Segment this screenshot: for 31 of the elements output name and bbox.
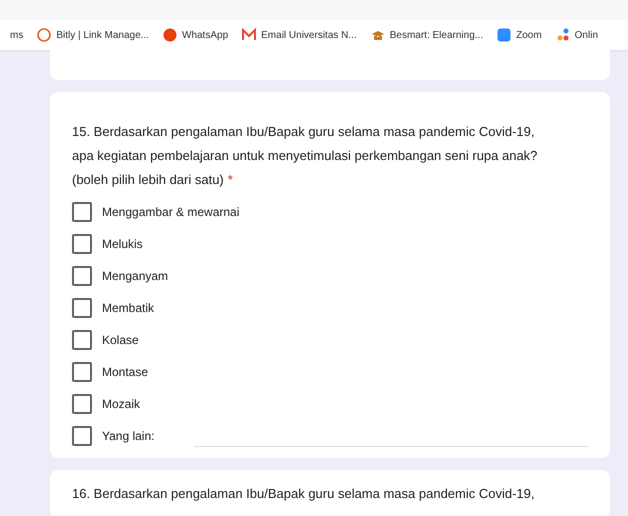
hat-icon	[370, 28, 385, 42]
option-label: Kolase	[102, 333, 139, 347]
circle-logo-icon	[37, 28, 52, 42]
checkbox[interactable]	[72, 202, 92, 222]
checkbox[interactable]	[72, 298, 92, 318]
checkbox[interactable]	[72, 266, 92, 286]
bookmark-link[interactable]: Onlin	[556, 28, 598, 42]
option-label: Menggambar & mewarnai	[102, 205, 240, 219]
bookmark-link[interactable]: Zoom	[497, 28, 542, 42]
option-label: Membatik	[102, 301, 154, 315]
bookmark-link[interactable]: Email Universitas N...	[242, 28, 357, 42]
alert-icon	[163, 28, 177, 42]
bookmark-link[interactable]: ms	[10, 30, 24, 40]
option-label: Mozaik	[102, 397, 140, 411]
checkbox[interactable]	[72, 426, 92, 446]
bookmark-link[interactable]: WhatsApp	[163, 28, 228, 42]
bookmark-link[interactable]: Bitly | Link Manage...	[37, 28, 149, 42]
dots-icon	[556, 28, 570, 42]
option-label: Menganyam	[102, 269, 168, 283]
mail-icon	[242, 28, 256, 42]
question-text: 15. Berdasarkan pengalaman Ibu/Bapak guru selama masa pandemic Covid-19, apa kegiatan pembelajaran untuk menyetimulasi perkembangan seni rupa anak? (boleh pilih lebih dari satu) *	[72, 123, 538, 189]
option-label: Melukis	[102, 237, 143, 251]
option-label: Montase	[102, 365, 148, 379]
checkbox[interactable]	[72, 330, 92, 350]
question-text: 16. Berdasarkan pengalaman Ibu/Bapak guru selama masa pandemic Covid-19,	[72, 485, 536, 503]
checkbox[interactable]	[72, 394, 92, 414]
checkbox[interactable]	[72, 234, 92, 254]
checkbox[interactable]	[72, 362, 92, 382]
bookmark-link[interactable]: Besmart: Elearning...	[370, 28, 484, 42]
video-icon	[497, 28, 512, 42]
option-label: Yang lain:	[102, 429, 154, 443]
